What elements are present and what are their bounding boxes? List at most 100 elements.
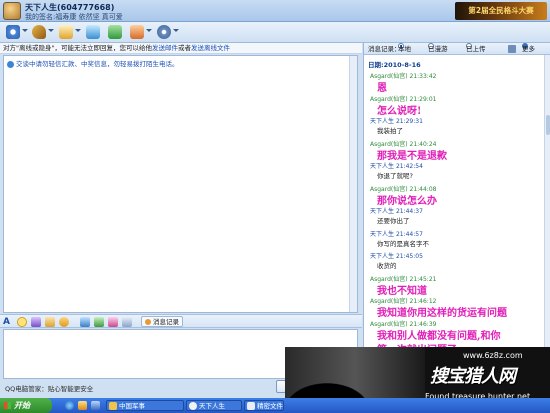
voice-icon[interactable] <box>32 25 46 39</box>
start-button[interactable]: 开始 <box>0 398 52 413</box>
record-message[interactable]: 天下人生 21:29:31 我装拍了 <box>364 116 544 139</box>
info-icon <box>7 60 14 68</box>
watermark-overlay: www.6z8z.com 搜宝猎人网 Found treasure hunter… <box>285 347 550 405</box>
message-record-panel: 消息记录： 本地 已漫游 已上传 更多 日期:2010-8-16 Asgard(… <box>363 43 550 392</box>
record-message[interactable]: 天下人生 21:44:37 还要你出了 <box>364 206 544 229</box>
video-icon[interactable] <box>6 25 20 39</box>
notice-or: 或者 <box>177 44 191 52</box>
file-transfer-icon[interactable] <box>59 25 73 39</box>
message-time: 21:33:42 <box>409 73 437 80</box>
task-label: 天下人生 <box>199 402 225 410</box>
main-toolbar <box>0 22 550 43</box>
scroll-thumb[interactable] <box>546 115 550 135</box>
contact-signature: 我的签名:福寿康 依然坚 真可爱 <box>25 13 123 21</box>
offline-notice: 对方"离线或隐身"，可能无法立即回复，您可以给他发送邮件或者发送离线文件 <box>0 43 362 54</box>
message-text: 收货的 <box>377 262 397 270</box>
voice-message-icon[interactable] <box>59 317 69 327</box>
send-image-icon[interactable] <box>80 317 90 327</box>
title-bar: 天下人生(604777668) 我的签名:福寿康 依然坚 真可爱 第2届全民格斗… <box>0 0 550 22</box>
message-text: 那我是不是退款 <box>377 150 447 162</box>
watermark-title: 搜宝猎人网 <box>430 366 516 387</box>
watermark-silhouette <box>285 347 425 405</box>
record-message[interactable]: 天下人生 21:45:05 收货的 <box>364 251 544 274</box>
message-text: 我知道你用这样的货运有问题 <box>377 308 507 319</box>
message-sender: 天下人生 <box>370 208 395 215</box>
more-settings-icon[interactable] <box>157 25 171 39</box>
task-label: 精密文件 <box>257 402 283 410</box>
chevron-down-icon[interactable] <box>75 29 81 32</box>
message-history-button[interactable]: 消息记录 <box>141 316 183 327</box>
message-text: 怎么说呀! <box>377 105 422 117</box>
chevron-down-icon[interactable] <box>173 29 179 32</box>
taskbar: 开始 中国军事 天下人生 精密文件 <box>0 398 550 413</box>
task-label: 中国军事 <box>119 402 145 410</box>
message-sender: Asgard(仙宫) <box>370 73 408 80</box>
screenshot-icon[interactable] <box>94 317 104 327</box>
record-message[interactable]: 天下人生 21:44:57 你写的是真名字不 <box>364 229 544 252</box>
show-desktop-icon[interactable] <box>91 401 100 410</box>
message-text: 还要你出了 <box>377 217 410 225</box>
message-time: 21:42:54 <box>395 163 423 170</box>
record-date: 日期:2010-8-16 <box>368 61 421 69</box>
input-toolbar: A 消息记录 <box>0 314 362 328</box>
scrollbar[interactable] <box>349 56 357 312</box>
task-button[interactable]: 中国军事 <box>106 400 184 411</box>
record-message[interactable]: Asgard(仙宫) 21:29:01 怎么说呀! <box>364 94 544 117</box>
send-email-link[interactable]: 发送邮件 <box>152 44 178 52</box>
chevron-down-icon[interactable] <box>146 29 152 32</box>
message-sender-time: 天下人生 21:29:31 <box>370 116 423 125</box>
record-header-label: 消息记录： <box>368 45 401 53</box>
record-message[interactable]: Asgard(仙宫) 21:46:12 我知道你用这样的货运有问题 <box>364 296 544 319</box>
message-sender-time: 天下人生 21:42:54 <box>370 161 423 170</box>
chevron-down-icon[interactable] <box>48 29 54 32</box>
more-tools-icon[interactable] <box>122 317 132 327</box>
message-text: 我和别人做都没有问题,和你 <box>377 330 501 342</box>
font-icon[interactable]: A <box>3 317 13 327</box>
message-sender: 天下人生 <box>370 253 395 260</box>
pc-manager-tip[interactable]: QQ电脑管家：贴心智能更安全 <box>5 383 93 393</box>
send-offline-file-link[interactable]: 发送离线文件 <box>191 44 230 52</box>
more-label: 更多 <box>522 45 535 53</box>
banner-ad[interactable]: 第2届全民格斗大赛 <box>455 2 547 20</box>
message-sender-time: 天下人生 21:44:37 <box>370 206 423 215</box>
system-message-text: 交谈中请勿轻信汇款、中奖信息，勿轻易拨打陌生电话。 <box>16 60 179 68</box>
message-sender: 天下人生 <box>370 163 395 170</box>
record-message[interactable]: Asgard(仙宫) 21:46:39 我和别人做都没有问题,和你 <box>364 319 544 342</box>
browser-icon[interactable] <box>65 401 74 410</box>
message-sender: 天下人生 <box>370 230 395 238</box>
task-button[interactable]: 精密文件 <box>244 400 284 411</box>
record-list[interactable]: Asgard(仙宫) 21:33:42 恩 Asgard(仙宫) 21:29:01 怎… <box>364 71 544 392</box>
windows-logo-icon <box>4 402 11 409</box>
avatar[interactable] <box>3 2 21 20</box>
folder-icon <box>109 402 117 410</box>
application-icon[interactable] <box>108 25 122 39</box>
sms-icon[interactable] <box>86 25 100 39</box>
group-icon[interactable] <box>130 25 144 39</box>
record-message[interactable]: Asgard(仙宫) 21:40:24 那我是不是退款 <box>364 139 544 162</box>
filter-roamed-label: 已漫游 <box>428 45 448 53</box>
message-time: 21:44:37 <box>395 208 423 215</box>
record-tool-icon[interactable] <box>508 45 516 53</box>
chat-display[interactable]: 交谈中请勿轻信汇款、中奖信息，勿轻易拨打陌生电话。 <box>3 55 358 313</box>
record-header: 消息记录： 本地 已漫游 已上传 更多 <box>364 43 550 55</box>
magic-emoji-icon[interactable] <box>31 317 41 327</box>
record-message[interactable]: Asgard(仙宫) 21:44:08 那你说怎么办 <box>364 184 544 207</box>
chevron-down-icon[interactable] <box>22 29 28 32</box>
shake-icon[interactable] <box>45 317 55 327</box>
message-sender: 天下人生 <box>370 118 395 125</box>
document-icon <box>247 402 255 410</box>
message-text: 我也不知道 <box>377 285 427 297</box>
message-text: 你写的是真名字不 <box>377 239 429 248</box>
record-message[interactable]: Asgard(仙宫) 21:45:21 我也不知道 <box>364 274 544 297</box>
message-sender-time: 天下人生 21:45:05 <box>370 251 423 260</box>
emoji-icon[interactable] <box>17 317 27 327</box>
message-time: 21:29:31 <box>395 118 423 125</box>
record-message[interactable]: Asgard(仙宫) 21:33:42 恩 <box>364 71 544 94</box>
record-message[interactable]: 天下人生 21:42:54 你退了就呢? <box>364 161 544 184</box>
filter-local-label: 本地 <box>398 45 411 53</box>
task-button[interactable]: 天下人生 <box>186 400 242 411</box>
music-icon[interactable] <box>108 317 118 327</box>
start-label: 开始 <box>14 401 30 410</box>
media-icon[interactable] <box>78 401 87 410</box>
record-scrollbar[interactable] <box>544 55 550 392</box>
